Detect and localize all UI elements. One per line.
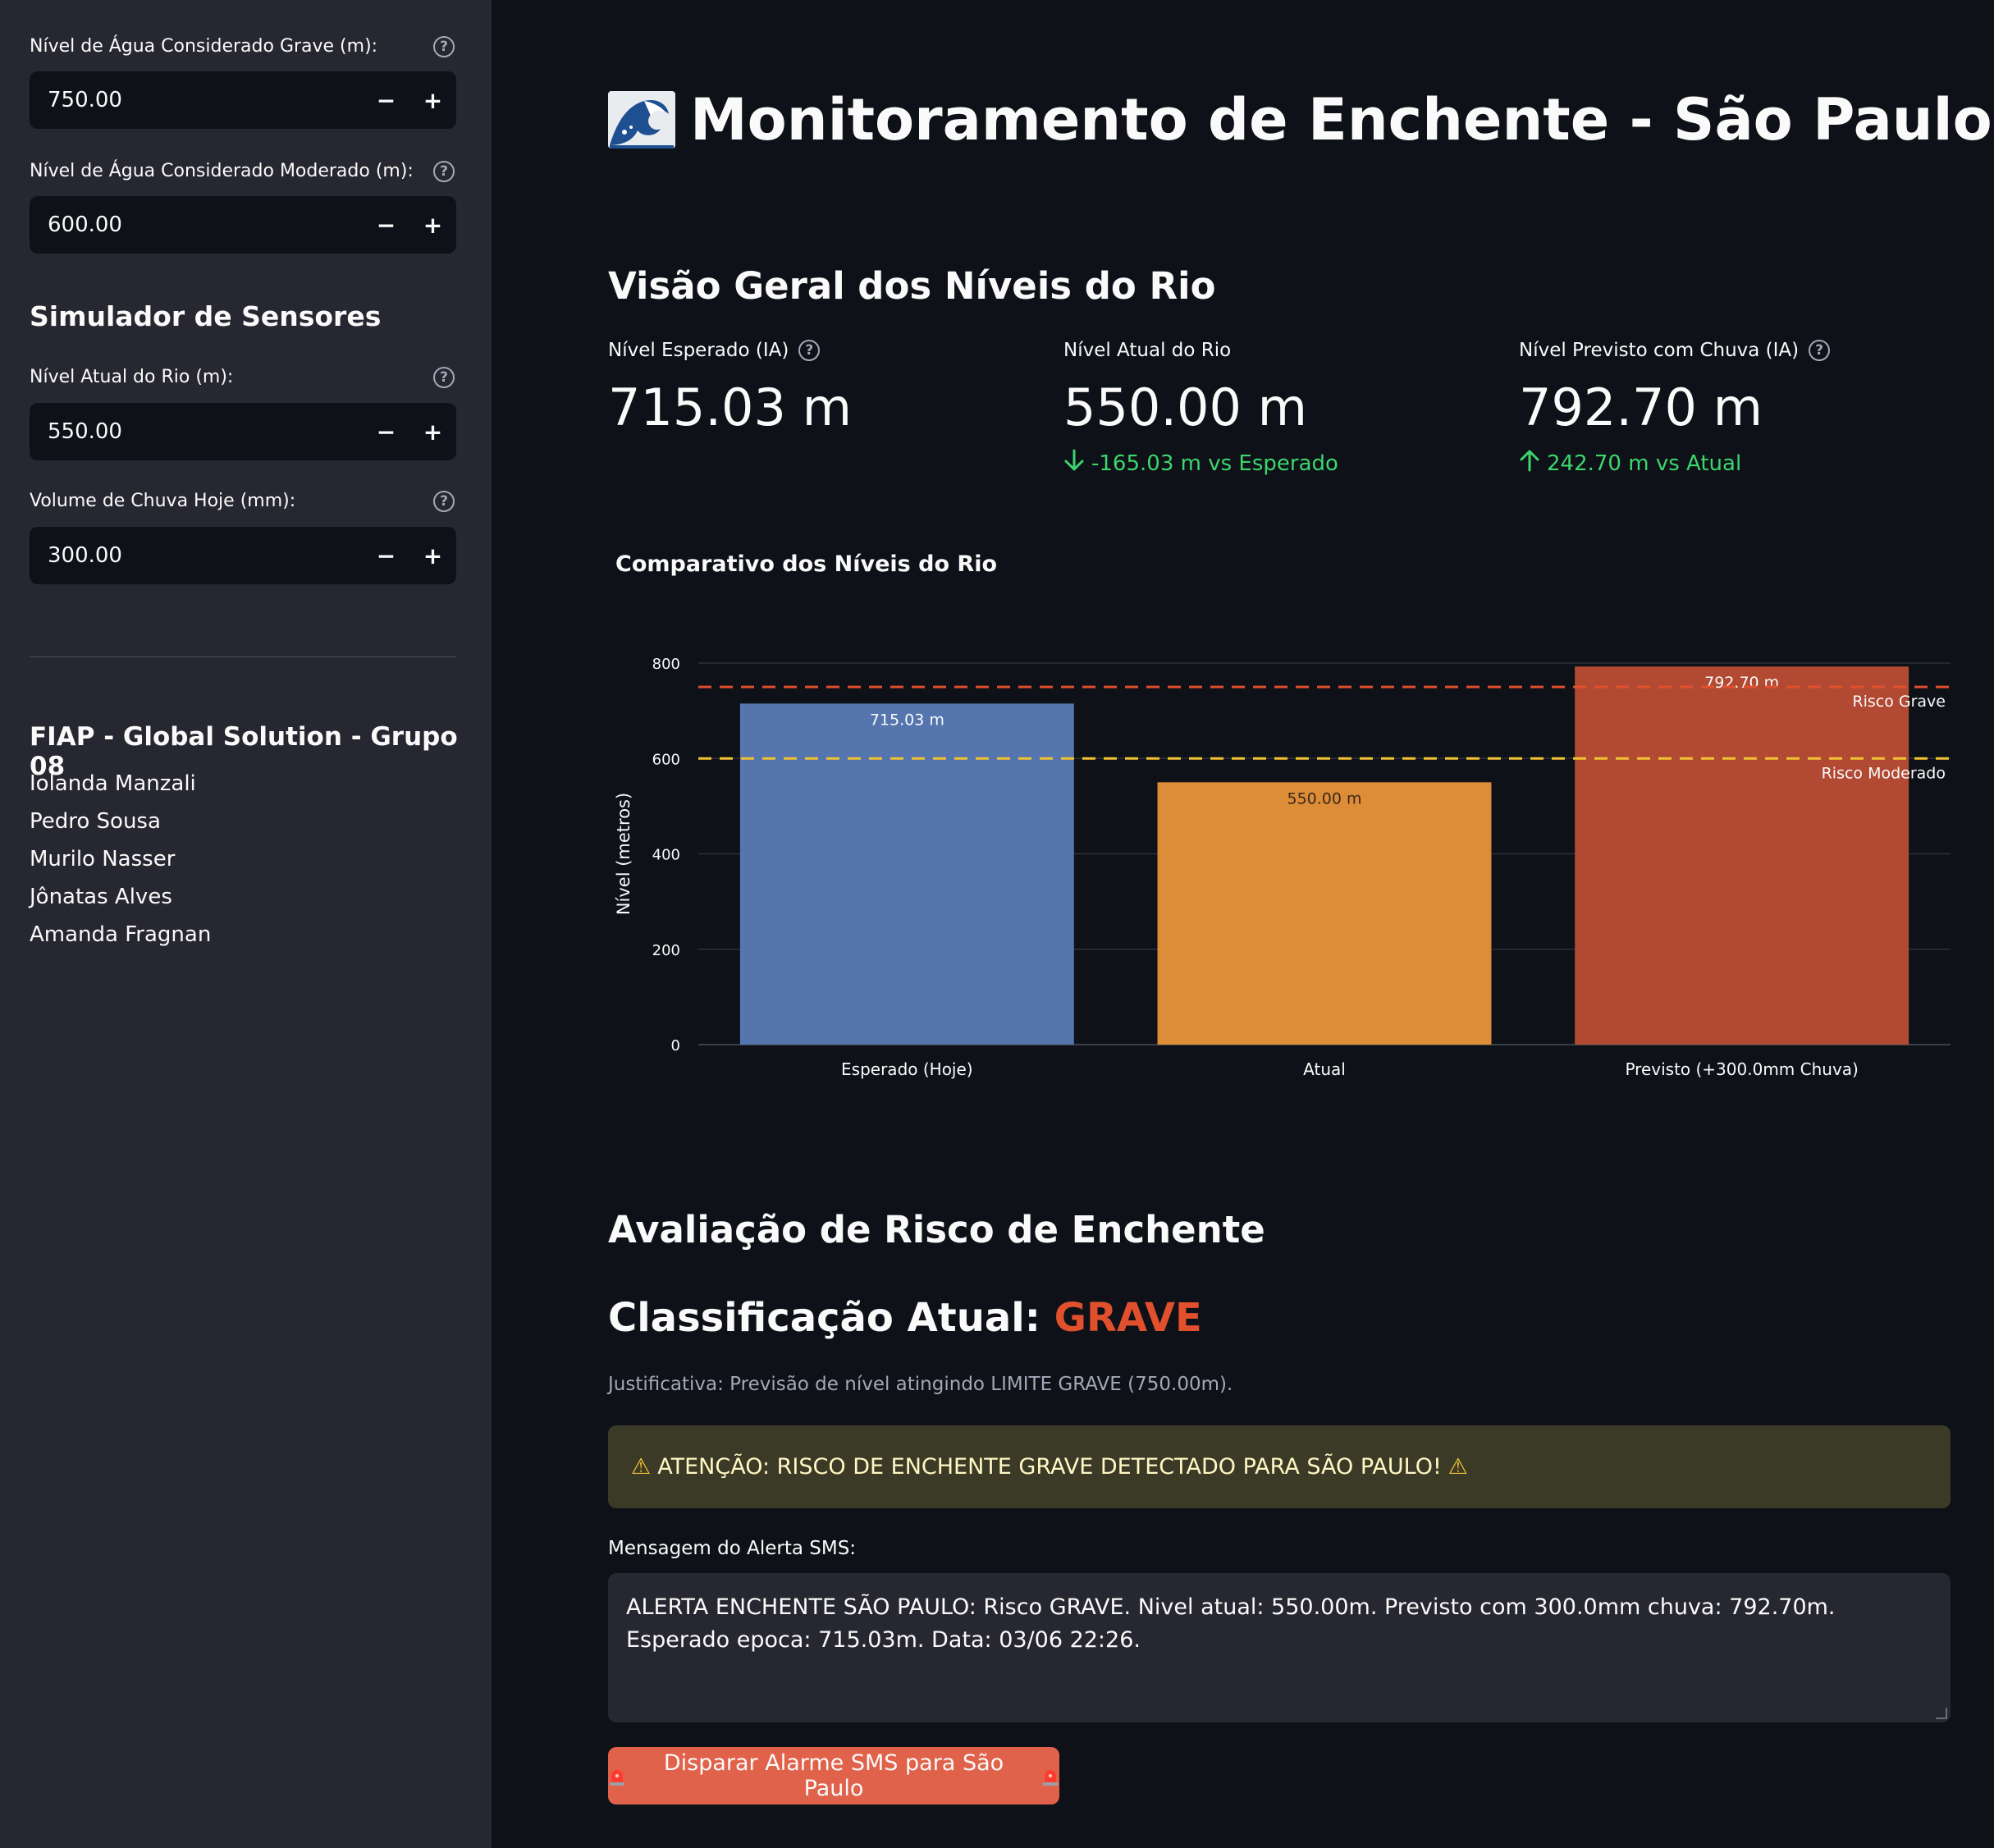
threshold-label: Risco Grave: [1852, 693, 1946, 711]
increment-button[interactable]: +: [409, 403, 456, 460]
help-icon[interactable]: ?: [798, 340, 821, 361]
chart-title: Comparativo dos Níveis do Rio: [615, 551, 997, 577]
bar: [739, 703, 1074, 1045]
send-sms-label: Disparar Alarme SMS para São Paulo: [663, 1750, 1004, 1801]
simulator-heading: Simulador de Sensores: [30, 300, 382, 332]
team-member: Murilo Nasser: [30, 847, 176, 871]
bar: [1157, 782, 1492, 1045]
help-icon[interactable]: ?: [433, 491, 455, 512]
metric-current: Nível Atual do Rio 550.00 m -165.03 m vs…: [1063, 340, 1338, 478]
metric-delta-text: -165.03 m vs Esperado: [1091, 451, 1338, 476]
metric-value: 792.70 m: [1519, 377, 1763, 437]
metric-delta-text: 242.70 m vs Atual: [1547, 451, 1742, 476]
metric-forecast: Nível Previsto com Chuva (IA) ? 792.70 m…: [1519, 340, 1831, 478]
bar-value-label: 792.70 m: [1704, 674, 1779, 692]
classification: Classificação Atual: GRAVE: [608, 1295, 1202, 1341]
x-tick-label: Esperado (Hoje): [841, 1059, 973, 1079]
siren-icon: [1041, 1766, 1059, 1786]
river-level-label: Nível Atual do Rio (m):: [30, 367, 234, 387]
metric-label: Nível Previsto com Chuva (IA): [1519, 340, 1800, 361]
x-tick-label: Previsto (+300.0mm Chuva): [1625, 1059, 1858, 1079]
arrow-down-icon: [1063, 449, 1085, 478]
decrement-button[interactable]: −: [363, 403, 409, 460]
metric-delta: -165.03 m vs Esperado: [1063, 449, 1338, 478]
bar: [1575, 666, 1909, 1045]
wave-icon: [608, 91, 675, 149]
river-level-input[interactable]: 550.00 − +: [30, 403, 456, 460]
justification: Justificativa: Previsão de nível atingin…: [608, 1374, 1233, 1395]
metric-value: 715.03 m: [608, 377, 853, 437]
siren-icon: [608, 1766, 626, 1786]
metric-label: Nível Atual do Rio: [1063, 340, 1232, 361]
x-tick-label: Atual: [1303, 1059, 1346, 1079]
resize-handle[interactable]: [1936, 1708, 1947, 1719]
y-tick-label: 0: [671, 1037, 680, 1054]
classification-value: GRAVE: [1054, 1295, 1202, 1341]
grave-level-label: Nível de Água Considerado Grave (m):: [30, 36, 378, 57]
sms-textarea[interactable]: ALERTA ENCHENTE SÃO PAULO: Risco GRAVE. …: [608, 1573, 1951, 1722]
rain-volume-label: Volume de Chuva Hoje (mm):: [30, 491, 296, 511]
bar-value-label: 550.00 m: [1287, 789, 1361, 807]
increment-button[interactable]: +: [409, 71, 456, 129]
warning-icon: ⚠: [631, 1454, 652, 1480]
help-icon[interactable]: ?: [433, 367, 455, 388]
sidebar-divider: [30, 656, 456, 657]
moderate-level-label: Nível de Água Considerado Moderado (m):: [30, 161, 414, 181]
rain-volume-input[interactable]: 300.00 − +: [30, 527, 456, 584]
team-member: Amanda Fragnan: [30, 922, 212, 947]
y-tick-label: 800: [652, 656, 680, 673]
increment-button[interactable]: +: [409, 196, 456, 254]
y-tick-label: 200: [652, 942, 680, 959]
page-title-text: Monitoramento de Enchente - São Paulo: [690, 86, 1992, 153]
classification-prefix: Classificação Atual:: [608, 1295, 1054, 1341]
help-icon[interactable]: ?: [1809, 340, 1831, 361]
increment-button[interactable]: +: [409, 527, 456, 584]
y-tick-label: 400: [652, 847, 680, 864]
main-content: Monitoramento de Enchente - São Paulo Vi…: [492, 0, 1994, 1848]
warning-alert: ⚠ ATENÇÃO: RISCO DE ENCHENTE GRAVE DETEC…: [608, 1425, 1951, 1508]
metric-delta: 242.70 m vs Atual: [1519, 449, 1830, 478]
sms-text[interactable]: ALERTA ENCHENTE SÃO PAULO: Risco GRAVE. …: [626, 1594, 1836, 1653]
river-level-value[interactable]: 550.00: [30, 419, 363, 444]
bar-value-label: 715.03 m: [870, 711, 944, 729]
warning-icon: ⚠: [1447, 1454, 1468, 1480]
metric-expected: Nível Esperado (IA) ? 715.03 m: [608, 340, 852, 437]
team-member: Pedro Sousa: [30, 809, 161, 834]
moderate-level-input[interactable]: 600.00 − +: [30, 196, 456, 254]
team-member: Iolanda Manzali: [30, 771, 196, 796]
sidebar: Nível de Água Considerado Grave (m): ? 7…: [0, 0, 492, 1848]
decrement-button[interactable]: −: [363, 527, 409, 584]
threshold-label: Risco Moderado: [1822, 764, 1946, 782]
arrow-up-icon: [1519, 449, 1540, 478]
river-levels-chart: 0 200 400 600 800 Nível (metros) 715.03 m Esper…: [614, 656, 1951, 1079]
help-icon[interactable]: ?: [433, 36, 455, 57]
y-tick-label: 600: [652, 751, 680, 768]
grave-level-input[interactable]: 750.00 − +: [30, 71, 456, 129]
team-member: Jônatas Alves: [30, 885, 172, 909]
page-title: Monitoramento de Enchente - São Paulo: [608, 86, 1992, 153]
sms-label: Mensagem do Alerta SMS:: [608, 1538, 857, 1559]
send-sms-button[interactable]: Disparar Alarme SMS para São Paulo: [608, 1747, 1059, 1805]
warning-text: ATENÇÃO: RISCO DE ENCHENTE GRAVE DETECTA…: [657, 1454, 1442, 1480]
metric-label: Nível Esperado (IA): [608, 340, 789, 361]
grave-level-value[interactable]: 750.00: [30, 88, 363, 112]
overview-heading: Visão Geral dos Níveis do Rio: [608, 264, 1216, 308]
help-icon[interactable]: ?: [433, 161, 455, 182]
moderate-level-value[interactable]: 600.00: [30, 213, 363, 237]
rain-volume-value[interactable]: 300.00: [30, 543, 363, 568]
y-axis-title: Nível (metros): [614, 793, 633, 915]
risk-heading: Avaliação de Risco de Enchente: [608, 1208, 1265, 1251]
decrement-button[interactable]: −: [363, 71, 409, 129]
decrement-button[interactable]: −: [363, 196, 409, 254]
metric-value: 550.00 m: [1063, 377, 1308, 437]
